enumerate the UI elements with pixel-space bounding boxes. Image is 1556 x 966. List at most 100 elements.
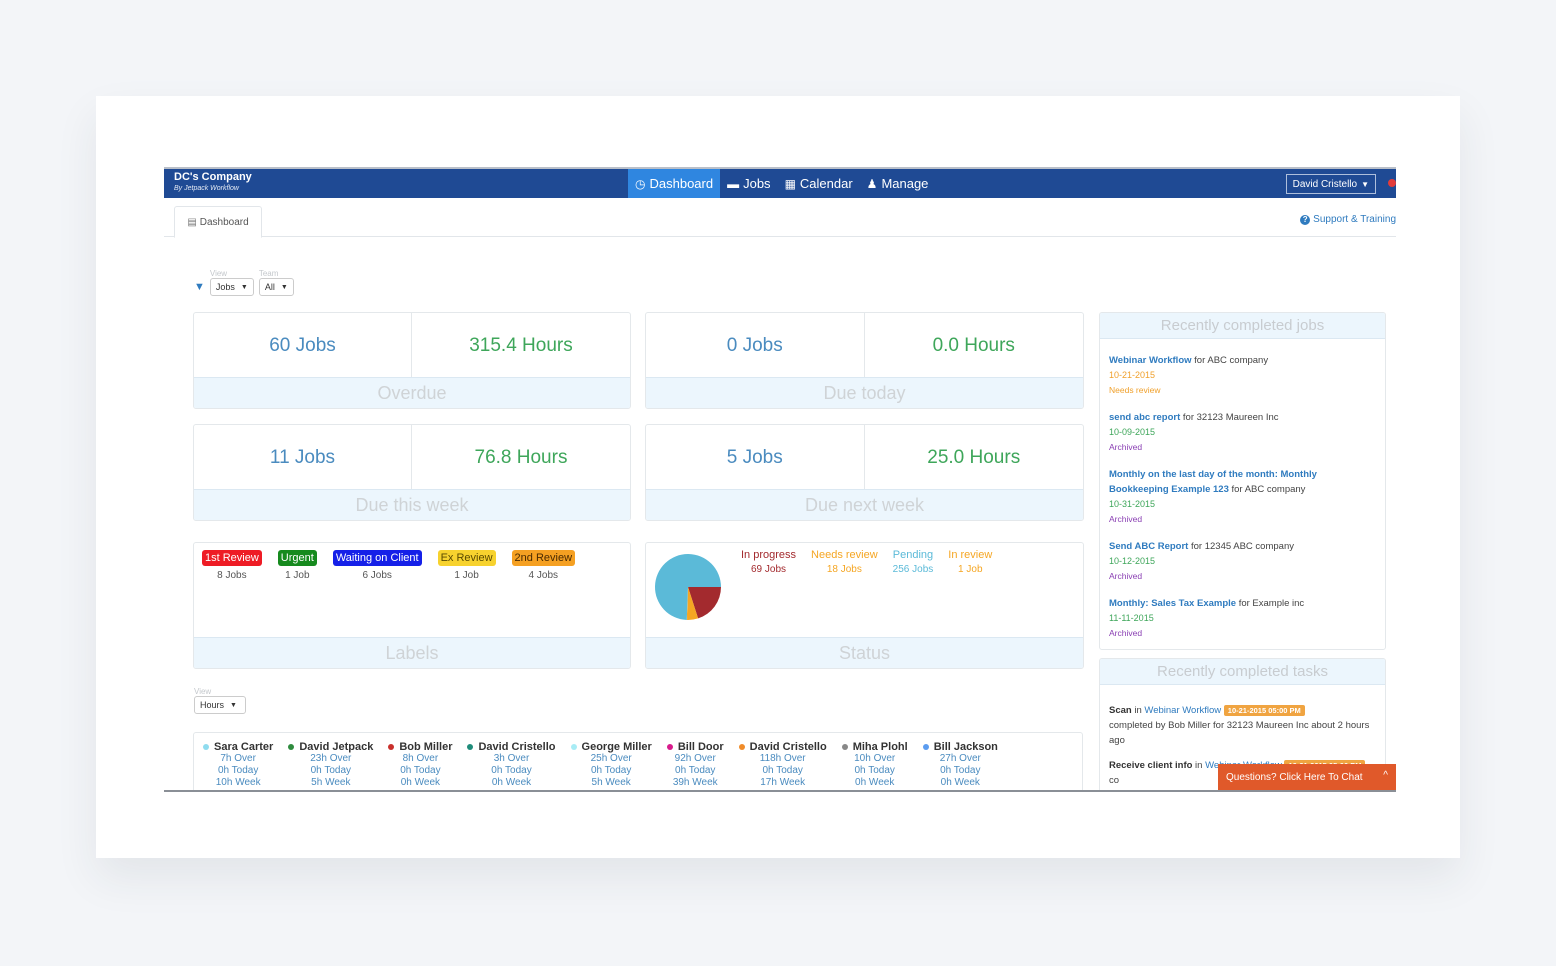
job-title-line: Monthly: Sales Tax Example for Example i… <box>1109 596 1376 611</box>
stat-jobs[interactable]: 60 Jobs <box>194 313 412 379</box>
member-color-dot-icon <box>666 744 673 750</box>
team-member[interactable]: Bill Jackson 27h Over 0h Today 0h Week <box>922 741 998 789</box>
label-badge[interactable]: 1st Review <box>202 550 262 566</box>
chat-button[interactable]: Questions? Click Here To Chat ^ <box>1218 764 1396 790</box>
stat-hours[interactable]: 25.0 Hours <box>865 425 1084 491</box>
member-name: George Miller <box>581 741 652 753</box>
status-item[interactable]: Pending 256 Jobs <box>893 549 934 575</box>
job-link[interactable]: Webinar Workflow <box>1109 355 1192 366</box>
job-title-line: send abc report for 32123 Maureen Inc <box>1109 410 1376 425</box>
member-name-row: David Cristello <box>738 741 827 753</box>
stat-hours[interactable]: 76.8 Hours <box>412 425 630 491</box>
job-title-line: Monthly on the last day of the month: Mo… <box>1109 467 1376 497</box>
status-item[interactable]: Needs review 18 Jobs <box>811 549 878 575</box>
main-nav: ◷ Dashboard ▬ Jobs ▦ Calendar ♟ Manage <box>628 169 935 198</box>
member-week: 5h Week <box>311 777 351 788</box>
recent-job-item: Webinar Workflow for ABC company 10-21-20… <box>1109 353 1376 398</box>
label-item[interactable]: 1st Review 8 Jobs <box>202 550 262 581</box>
nav-calendar[interactable]: ▦ Calendar <box>778 169 860 198</box>
member-week: 0h Week <box>940 777 980 788</box>
recent-job-item: Monthly on the last day of the month: Mo… <box>1109 467 1376 527</box>
label-count: 4 Jobs <box>528 570 559 581</box>
team-member[interactable]: David Jetpack 23h Over 0h Today 5h Week <box>288 741 373 789</box>
hours-view-label: View <box>194 687 212 696</box>
status-item[interactable]: In progress 69 Jobs <box>741 549 796 575</box>
job-status: Archived <box>1109 514 1143 524</box>
team-member[interactable]: George Miller 25h Over 0h Today 5h Week <box>570 741 652 789</box>
status-pie-chart[interactable] <box>654 553 722 621</box>
notification-icon[interactable] <box>1388 179 1396 187</box>
team-select[interactable]: All ▼ <box>258 278 294 296</box>
team-member[interactable]: David Cristello 118h Over 0h Today 17h Week <box>738 741 827 789</box>
job-status: Archived <box>1109 571 1143 581</box>
member-week: 39h Week <box>672 777 718 788</box>
member-color-dot-icon <box>841 744 848 750</box>
member-week: 10h Week <box>215 777 261 788</box>
job-client: for 12345 ABC company <box>1188 541 1294 552</box>
user-menu-dropdown[interactable]: David Cristello ▼ <box>1285 174 1376 194</box>
view-select[interactable]: Jobs ▼ <box>209 278 254 296</box>
task-name: Scan <box>1109 705 1132 716</box>
nav-jobs[interactable]: ▬ Jobs <box>720 169 777 198</box>
member-name-row: Bill Jackson <box>922 741 998 753</box>
top-navbar: DC's Company By Jetpack Workflow ◷ Dashb… <box>164 167 1396 198</box>
team-member[interactable]: David Cristello 3h Over 0h Today 0h Week <box>467 741 556 789</box>
recent-job-item: send abc report for 32123 Maureen Inc 10-… <box>1109 410 1376 455</box>
stat-panel-overdue[interactable]: 60 Jobs 315.4 Hours Overdue <box>193 312 631 409</box>
member-name: David Jetpack <box>299 741 374 753</box>
label-item[interactable]: 2nd Review 4 Jobs <box>511 550 576 581</box>
task-workflow-link[interactable]: Webinar Workflow <box>1144 705 1221 716</box>
stat-hours[interactable]: 315.4 Hours <box>412 313 630 379</box>
label-count: 1 Job <box>454 570 479 581</box>
member-name: David Cristello <box>749 741 827 753</box>
member-today: 0h Today <box>940 765 981 776</box>
stat-label: Due next week <box>646 489 1083 520</box>
team-member[interactable]: Bill Door 92h Over 0h Today 39h Week <box>666 741 724 789</box>
job-link[interactable]: Monthly: Sales Tax Example <box>1109 598 1236 609</box>
label-item[interactable]: Waiting on Client 6 Jobs <box>332 550 422 581</box>
task-in: in <box>1131 705 1145 716</box>
member-over: 27h Over <box>939 753 981 764</box>
label-count: 8 Jobs <box>217 570 247 581</box>
label-item[interactable]: Urgent 1 Job <box>277 550 317 581</box>
job-client: for 32123 Maureen Inc <box>1180 412 1279 423</box>
stat-panel-due-next-week[interactable]: 5 Jobs 25.0 Hours Due next week <box>645 424 1084 521</box>
member-name-row: George Miller <box>570 741 652 753</box>
stat-jobs[interactable]: 5 Jobs <box>646 425 865 491</box>
label-badge[interactable]: Waiting on Client <box>332 550 422 566</box>
nav-dashboard[interactable]: ◷ Dashboard <box>628 169 721 198</box>
nav-manage[interactable]: ♟ Manage <box>860 169 936 198</box>
brand[interactable]: DC's Company By Jetpack Workflow <box>174 171 252 193</box>
job-link[interactable]: Send ABC Report <box>1109 541 1188 552</box>
team-member[interactable]: Bob Miller 8h Over 0h Today 0h Week <box>388 741 452 789</box>
member-over: 23h Over <box>310 753 352 764</box>
caret-down-icon: ▼ <box>1361 179 1369 189</box>
member-week: 0h Week <box>491 777 532 788</box>
stat-jobs[interactable]: 11 Jobs <box>194 425 412 491</box>
job-date: 10-09-2015 <box>1109 427 1156 437</box>
team-member[interactable]: Miha Plohl 10h Over 0h Today 0h Week <box>841 741 908 789</box>
task-name: Receive client info <box>1109 760 1193 771</box>
job-date: 10-31-2015 <box>1109 499 1156 509</box>
job-link[interactable]: send abc report <box>1109 412 1180 423</box>
support-training-link[interactable]: ? Support & Training <box>1300 214 1396 225</box>
stat-panel-due-this-week[interactable]: 11 Jobs 76.8 Hours Due this week <box>193 424 631 521</box>
brand-subtitle: By Jetpack Workflow <box>174 185 239 192</box>
label-item[interactable]: Ex Review 1 Job <box>437 550 496 581</box>
member-over: 3h Over <box>493 753 530 764</box>
status-name: In review <box>948 549 993 561</box>
hours-view-select[interactable]: Hours ▼ <box>194 696 246 714</box>
label-badge[interactable]: 2nd Review <box>511 550 576 566</box>
member-name: Sara Carter <box>214 741 274 753</box>
label-badge[interactable]: Urgent <box>277 550 317 566</box>
stat-jobs[interactable]: 0 Jobs <box>646 313 865 379</box>
status-item[interactable]: In review 1 Job <box>948 549 992 575</box>
status-count: 256 Jobs <box>892 564 934 575</box>
tab-dashboard[interactable]: ▤ Dashboard <box>174 206 262 238</box>
stat-hours[interactable]: 0.0 Hours <box>865 313 1084 379</box>
stat-panel-due-today[interactable]: 0 Jobs 0.0 Hours Due today <box>645 312 1084 409</box>
member-color-dot-icon <box>388 744 395 750</box>
label-badge[interactable]: Ex Review <box>437 550 496 566</box>
nav-jobs-label: Jobs <box>743 176 771 191</box>
team-member[interactable]: Sara Carter 7h Over 0h Today 10h Week <box>203 741 273 789</box>
